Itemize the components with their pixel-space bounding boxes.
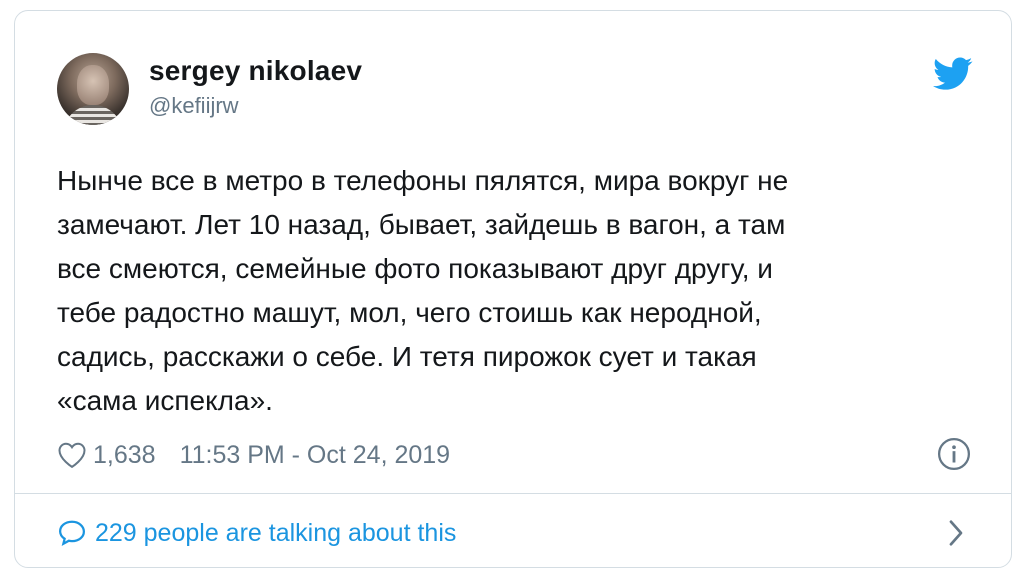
tweet-text: Нынче все в метро в телефоны пялятся, ми… [57,165,789,416]
avatar-face [77,65,109,105]
tweet-meta: 1,638 11:53 PM - Oct 24, 2019 [57,435,450,475]
tweet-embed-card[interactable]: sergey nikolaev @kefiijrw Нынче все в ме… [14,10,1012,568]
tweet-timestamp[interactable]: 11:53 PM - Oct 24, 2019 [180,441,451,470]
like-count[interactable]: 1,638 [93,441,156,470]
conversation-link[interactable]: 229 people are talking about this [57,511,973,555]
author-name[interactable]: sergey nikolaev [149,55,362,87]
speech-bubble-icon [58,520,86,546]
chevron-right-icon[interactable] [945,518,967,548]
author-handle[interactable]: @kefiijrw [149,93,239,119]
info-icon[interactable] [937,437,971,471]
conversation-label[interactable]: 229 people are talking about this [95,519,456,548]
twitter-bird-icon[interactable] [933,57,973,91]
divider [15,493,1011,494]
avatar[interactable] [57,53,129,125]
avatar-shirt [63,105,123,125]
heart-icon[interactable] [57,441,87,469]
